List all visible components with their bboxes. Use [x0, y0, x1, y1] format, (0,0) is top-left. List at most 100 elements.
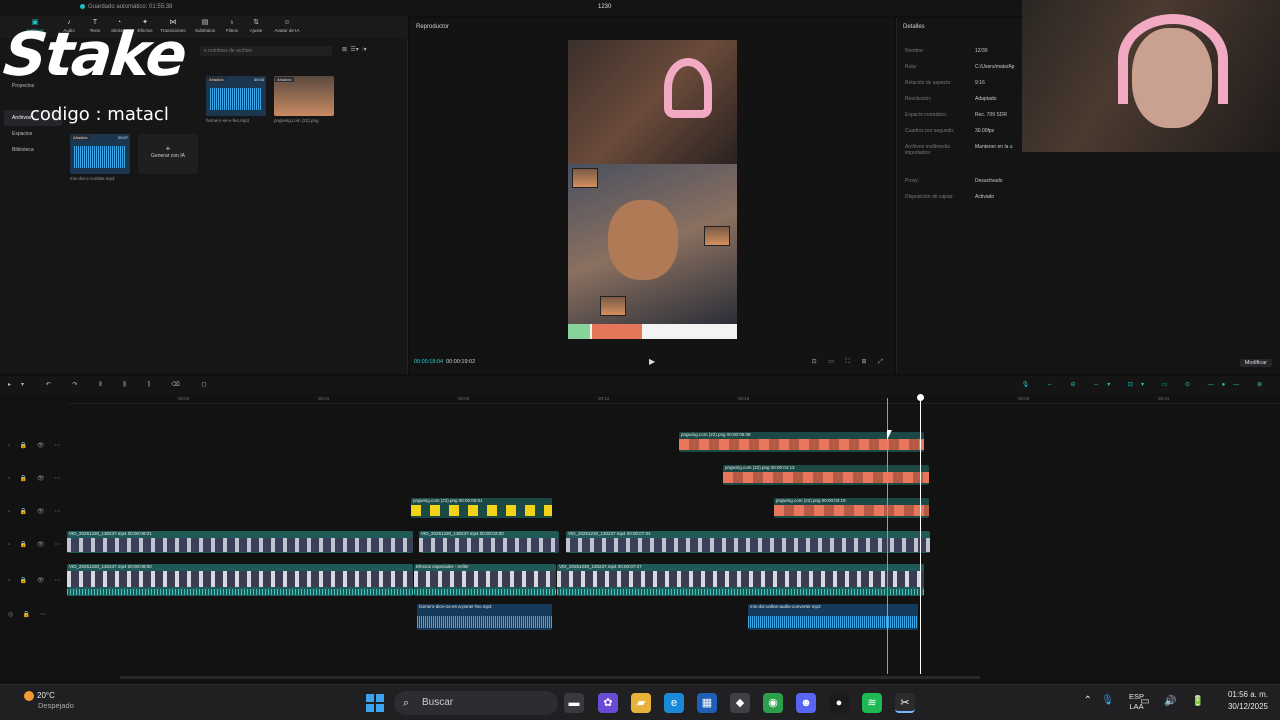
track-header[interactable]: ▫ 🔒 👁 ⋯	[0, 475, 66, 489]
timeline-clip[interactable]: VID_20251230_130237.mp4 00:00:08:00	[67, 564, 413, 596]
stake-logo: Stake	[0, 20, 189, 90]
files-icon[interactable]: ▬	[564, 693, 584, 713]
track-header[interactable]: ▫ 🔒 👁 ⋯	[0, 541, 66, 555]
clip-label: pngwing.com (22).png 00:00:03:19	[776, 498, 846, 503]
windows-logo-icon	[366, 704, 374, 712]
weather-widget[interactable]: 20°C Despejado	[24, 691, 74, 710]
timeline-tools[interactable]: 🎙 ⇔ ⊖ ⇔▾ ⊡▾ ▭ ⊙ —●— ⊕	[1022, 381, 1270, 388]
detail-key: Ruta:	[905, 64, 917, 70]
sticker-overlay	[572, 168, 598, 188]
windows-logo-icon	[376, 704, 384, 712]
clip-waveform	[417, 616, 552, 628]
windows-logo-icon	[366, 694, 374, 702]
stake-overlay: Stake codigo : matacl	[0, 16, 210, 136]
timeline-clip[interactable]: pngwing.com (22).png 00:00:03:19	[774, 498, 929, 518]
clip-label: pngwing.com (22).png 00:00:04:13	[725, 465, 795, 470]
system-tray[interactable]: ▭ 🔊 🔋	[1140, 696, 1210, 707]
player-title: Reproductor	[416, 24, 450, 30]
project-name: 1230	[598, 4, 612, 10]
timeline-clip[interactable]: pngwing.com (22).png 00:00:04:13	[723, 465, 929, 485]
media-item-audio-2[interactable]: Añadido 00:07 mix-doi-o-zombie.mp3	[70, 134, 130, 181]
timeline-clip[interactable]: pngwing.com (23).png 00:00:05:01	[411, 498, 552, 518]
detail-value: Activado	[975, 194, 995, 200]
edge-icon[interactable]: e	[664, 693, 684, 713]
track-header[interactable]: ▫ 🔒 👁 ⋯	[0, 508, 66, 522]
nav-library[interactable]: Biblioteca	[4, 142, 62, 158]
generate-ai-item[interactable]: + Generar con IA	[138, 134, 198, 174]
clip-frames	[774, 505, 929, 516]
timeline-clip[interactable]: mix-doi-online-audio-converter.mp3	[748, 604, 918, 630]
details-title: Detalles	[903, 24, 925, 30]
track-header[interactable]: ▫ 🔒 👁 ⋯	[0, 442, 66, 456]
media-item-audio-1[interactable]: Añadido 00:03 homero-se-v-feo.mp3	[206, 76, 266, 123]
spotify-icon[interactable]: ≋	[862, 693, 882, 713]
preview-bottom-strip	[568, 324, 737, 339]
clip-label: VID_20251230_130237.mp4 00:00:07:04	[568, 531, 651, 536]
search-icon: ⌕	[403, 697, 410, 709]
tab-filters[interactable]: ♁ Filtros	[219, 18, 245, 36]
clip-label: homero-dice-no-es-a-poner-feo.mp3	[419, 604, 492, 609]
ruler-tick: 00:16	[738, 396, 750, 401]
play-button[interactable]: ▶	[649, 357, 655, 366]
player-timecode: 00:00:18:04 00:00:19:02	[414, 359, 475, 365]
start-button[interactable]	[366, 694, 384, 712]
clip-waveform	[67, 589, 413, 595]
clip-frames	[67, 538, 413, 552]
clip-label: pngwing.com (22).png 00:00:05:08	[681, 432, 751, 437]
tab-adjust-label: Ajuste	[249, 28, 263, 33]
track-header[interactable]: ▫ 🔒 👁 ⋯	[0, 577, 66, 591]
adjust-icon: ⇅	[253, 19, 259, 26]
media-item-name: pngwing.com (22).png	[274, 118, 319, 123]
clip-label: VID_20251230_130237.mp4 00:00:02:00	[421, 531, 504, 536]
chrome-icon[interactable]: ◉	[763, 693, 783, 713]
detail-value: Desactivado	[975, 178, 1003, 184]
detail-value: Rec. 709 SDR	[975, 112, 1007, 118]
strip-orange	[592, 324, 642, 339]
autosave-status: Guardado automático: 01:55:38	[80, 4, 172, 10]
clip-waveform	[557, 589, 924, 595]
timeline-scrollbar[interactable]	[120, 676, 980, 679]
ruler-tick: 00:12	[598, 396, 610, 401]
timeline-clip[interactable]: VID_20251230_130237.mp4 00:00:07:04	[566, 531, 930, 553]
discord-icon[interactable]: ☻	[796, 693, 816, 713]
chevron-up-icon[interactable]: ⌃	[1084, 695, 1092, 706]
copilot-icon[interactable]: ✿	[598, 693, 618, 713]
total-time: 00:00:19:02	[446, 359, 476, 365]
tab-filters-label: Filtros	[225, 28, 239, 33]
clip-frames	[419, 538, 559, 552]
folder-icon[interactable]: ▰	[631, 693, 651, 713]
ruler-tick: 00:24	[1158, 396, 1170, 401]
microphone-icon[interactable]: 🎙	[1101, 695, 1114, 706]
player-tools[interactable]: ⊡ ▭ ⛶ ⊞ ⤢	[812, 358, 888, 366]
clip-label: VID_20251230_130237.mp4 00:00:07:27	[559, 564, 642, 569]
media-search-input[interactable]: o nombres de archivo	[200, 46, 332, 56]
detail-key: Resolución:	[905, 96, 932, 102]
timeline-clip[interactable]: VID_20251230_130237.mp4 00:00:02:00	[419, 531, 559, 553]
temperature: 20°C	[37, 691, 55, 701]
tab-ai-avatar[interactable]: ☺ Avatar de IA	[272, 18, 302, 36]
store-icon[interactable]: ▦	[697, 693, 717, 713]
edit-tools[interactable]: ▸▾ ↶ ↷ ⫴ ⫼ ⫿ ⌫ ◻	[8, 381, 216, 389]
playhead[interactable]	[917, 394, 924, 674]
media-view-tools[interactable]: ⊠ ☰▾ ⫶▾	[342, 46, 367, 54]
audio-thumbnail: Añadido 00:03	[206, 76, 266, 116]
ruler-tick: 00:06	[458, 396, 470, 401]
taskbar-search[interactable]: ⌕ Buscar	[394, 691, 558, 715]
media-item-image-1[interactable]: Añadido pngwing.com (22).png	[274, 76, 334, 123]
tab-adjust[interactable]: ⇅ Ajuste	[243, 18, 269, 36]
app-icon[interactable]: ◆	[730, 693, 750, 713]
detail-key: Proxy:	[905, 178, 920, 184]
opera-icon[interactable]: ●	[829, 693, 849, 713]
ruler-tick: 00:20	[1018, 396, 1030, 401]
timeline-clip[interactable]: VID_20251230_130237.mp4 00:00:08:01	[67, 531, 413, 553]
capcut-icon[interactable]: ✂	[895, 693, 915, 713]
filter-icon: ♁	[229, 19, 235, 26]
timeline-clip[interactable]: Efectos especiales - enfler	[414, 564, 556, 596]
modify-button[interactable]: Modificar	[1239, 359, 1272, 367]
track-header[interactable]: ◎ 🔒 ⋯	[0, 611, 66, 625]
video-preview[interactable]	[568, 40, 737, 339]
clip-waveform	[748, 616, 918, 628]
timeline-clip[interactable]: VID_20251230_130237.mp4 00:00:07:27	[557, 564, 924, 596]
clock[interactable]: 01:56 a. m. 30/12/2025	[1228, 689, 1268, 713]
timeline-clip[interactable]: homero-dice-no-es-a-poner-feo.mp3	[417, 604, 552, 630]
